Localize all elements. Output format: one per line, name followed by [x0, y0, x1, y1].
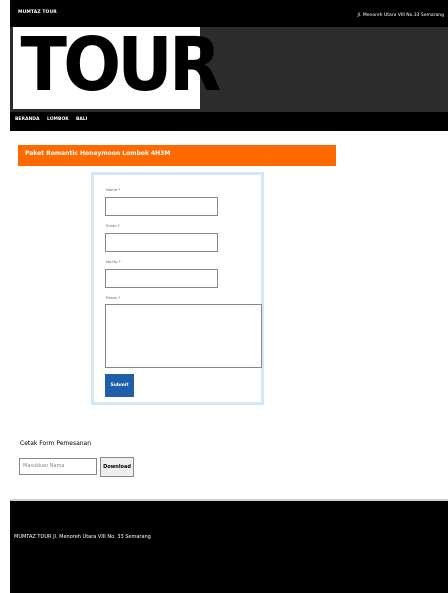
header-address: Jl. Menoreh Utara VIII No.33 Semarang — [357, 13, 444, 18]
page-title: Paket Romantic Honeymoon Lombok 4H3M — [25, 150, 171, 157]
email-field[interactable] — [105, 233, 218, 252]
footer-text: MUMTAZ TOUR Jl. Menoreh Utara VIII No. 3… — [14, 534, 151, 540]
nav-item-lombok[interactable]: LOMBOK — [43, 112, 73, 131]
page: MUMTAZ TOUR Jl. Menoreh Utara VIII No.33… — [10, 0, 448, 593]
logo[interactable]: TOUR — [13, 22, 221, 109]
print-form-title: Cetak Form Pemesanan — [20, 440, 92, 447]
footer: MUMTAZ TOUR Jl. Menoreh Utara VIII No. 3… — [10, 501, 448, 593]
name-label: Nama * — [106, 187, 121, 192]
nav-item-bali[interactable]: BALI — [72, 112, 91, 131]
message-textarea[interactable] — [105, 304, 262, 368]
logo-text: TOUR — [20, 22, 221, 108]
email-label: Email * — [106, 223, 120, 228]
phone-field[interactable] — [105, 269, 218, 288]
booking-form: Nama * Email * No.Hp * Pesan * Submit — [91, 172, 264, 405]
submit-button[interactable]: Submit — [105, 374, 134, 397]
message-label: Pesan * — [106, 295, 121, 300]
main-nav: BERANDA LOMBOK BALI — [10, 112, 448, 131]
header-banner: TOUR — [10, 22, 448, 112]
name-field[interactable] — [105, 197, 218, 216]
page-title-bar: Paket Romantic Honeymoon Lombok 4H3M — [18, 145, 336, 166]
nav-item-beranda[interactable]: BERANDA — [11, 112, 44, 131]
phone-label: No.Hp * — [106, 259, 121, 264]
brand-name[interactable]: MUMTAZ TOUR — [18, 10, 57, 15]
name-input[interactable]: Masukkan Nama — [19, 458, 97, 475]
download-button[interactable]: Download — [100, 457, 134, 477]
